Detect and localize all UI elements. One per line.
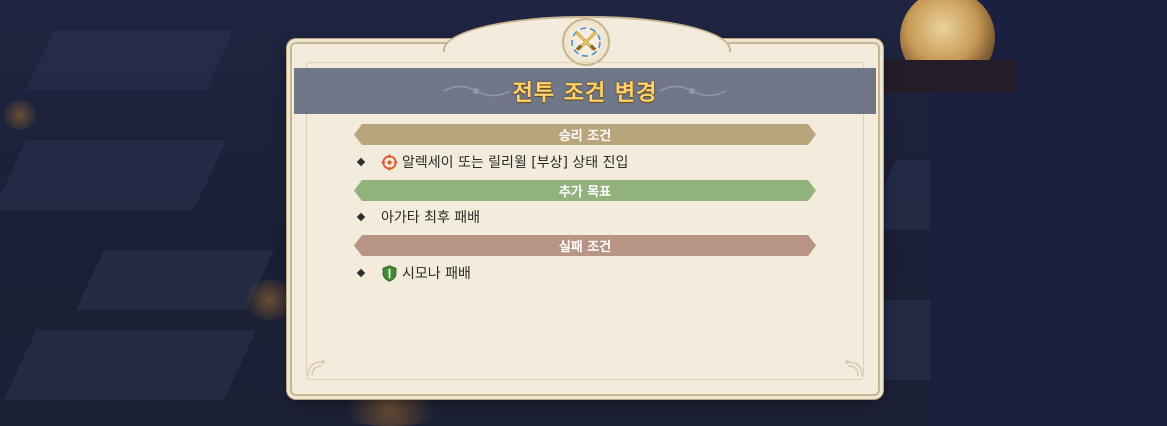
bonus-objective-item: 아가타 최후 패배 [356,206,481,228]
character-portrait [875,0,1015,92]
defeat-condition-text: 시모나 패배 [402,266,471,282]
bullet-icon [356,268,366,278]
bg-tile [0,140,227,210]
title-bar: 전투 조건 변경 [294,68,876,114]
dialog-title: 전투 조건 변경 [512,81,658,106]
victory-condition-text: 알렉세이 또는 릴리윌 [부상] 상태 진입 [402,155,629,171]
corner-ornament-icon [307,360,325,377]
defeat-condition-header: 실패 조건 [354,235,816,256]
crossed-swords-icon [562,18,610,66]
bg-tile [26,30,234,90]
battle-condition-dialog: 전투 조건 변경 승리 조건 알렉세이 또는 릴리윌 [부상] 상태 진입 추가… [290,16,880,396]
bullet-icon [356,157,366,167]
ornament-icon [443,85,511,97]
victory-condition-header: 승리 조건 [354,124,816,145]
defeat-condition-item: 시모나 패배 [356,262,471,284]
ornament-icon [659,85,727,97]
bg-glow [0,100,40,130]
bg-tile [3,330,257,400]
victory-condition-item: 알렉세이 또는 릴리윌 [부상] 상태 진입 [356,151,629,173]
bonus-objective-text: 아가타 최후 패배 [381,210,481,226]
green-shield-icon [381,264,398,282]
corner-ornament-icon [845,360,863,377]
target-crosshair-icon [381,154,398,171]
bonus-objective-header: 추가 목표 [354,180,816,201]
bullet-icon [356,212,366,222]
